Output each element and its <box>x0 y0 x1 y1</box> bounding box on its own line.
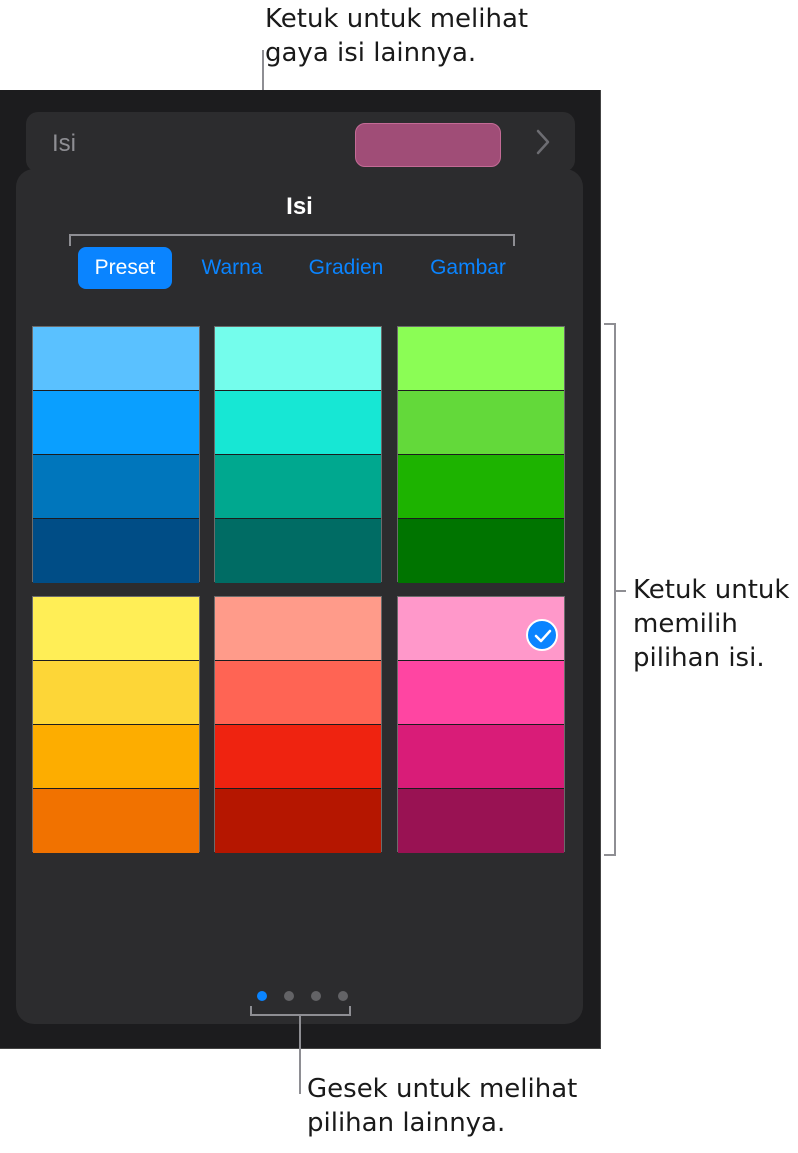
tabs-bracket-top <box>69 234 515 236</box>
callout-right-line-1: Ketuk untuk <box>633 575 790 605</box>
callout-top-text: Ketuk untuk melihat gaya isi lainnya. <box>265 2 528 70</box>
chevron-right-icon[interactable] <box>530 127 556 157</box>
callout-right-line-3: pilihan isi. <box>633 643 765 673</box>
swatch-stripe <box>398 519 564 583</box>
callout-top-line-1: Ketuk untuk melihat <box>265 4 529 34</box>
page-dot[interactable] <box>311 991 321 1001</box>
swatch-stripe <box>33 455 199 519</box>
swatch-stripe <box>215 725 381 789</box>
swatch-stripe <box>215 455 381 519</box>
swatch-stripe <box>33 519 199 583</box>
callout-right-bracket-bottom <box>604 854 616 856</box>
popover-title: Isi <box>286 193 313 220</box>
swatch-stripe <box>398 597 564 661</box>
dots-bracket-right <box>349 1006 351 1016</box>
swatch-stripe <box>398 391 564 455</box>
preset-swatch-yellow[interactable] <box>32 596 200 853</box>
swatch-stripe <box>398 327 564 391</box>
tab-gambar[interactable]: Gambar <box>418 247 518 289</box>
swatch-stripe <box>33 327 199 391</box>
tab-preset[interactable]: Preset <box>78 247 172 289</box>
current-fill-swatch[interactable] <box>355 123 501 167</box>
tabs-bracket-right <box>513 234 515 246</box>
swatch-stripe <box>33 391 199 455</box>
swatch-stripe <box>398 661 564 725</box>
callout-bottom-line-1: Gesek untuk melihat <box>307 1074 578 1104</box>
tab-warna[interactable]: Warna <box>190 247 274 289</box>
fill-label: Isi <box>52 130 76 157</box>
swatch-stripe <box>33 789 199 853</box>
preset-swatch-blue[interactable] <box>32 326 200 583</box>
popover-arrow <box>283 146 319 170</box>
callout-bottom-text: Gesek untuk melihat pilihan lainnya. <box>307 1072 577 1140</box>
swatch-stripe <box>215 597 381 661</box>
preset-swatch-pink[interactable] <box>397 596 565 853</box>
swatch-stripe <box>215 391 381 455</box>
swatch-stripe <box>215 661 381 725</box>
callout-right-text: Ketuk untuk memilih pilihan isi. <box>633 573 789 675</box>
page-dot[interactable] <box>284 991 294 1001</box>
swatch-stripe <box>215 327 381 391</box>
callout-right-leader <box>614 590 626 592</box>
swatch-stripe <box>398 789 564 853</box>
callout-right-line-2: memilih <box>633 609 738 639</box>
callout-bottom-leader <box>299 1014 301 1094</box>
preset-swatch-red[interactable] <box>214 596 382 853</box>
fill-popover: Isi Preset Warna Gradien Gambar <box>16 169 583 1024</box>
fill-style-tabs: Preset Warna Gradien Gambar <box>16 247 583 291</box>
swatch-stripe <box>215 519 381 583</box>
tab-gradien[interactable]: Gradien <box>296 247 396 289</box>
callout-bottom-line-2: pilihan lainnya. <box>307 1108 506 1138</box>
page-indicator <box>16 991 583 1003</box>
swatch-stripe <box>398 725 564 789</box>
swatch-stripe <box>33 725 199 789</box>
swatch-stripe <box>398 455 564 519</box>
page-dot[interactable] <box>257 991 267 1001</box>
swatch-stripe <box>33 661 199 725</box>
swatch-stripe <box>215 789 381 853</box>
preset-swatch-green[interactable] <box>397 326 565 583</box>
checkmark-icon <box>526 619 558 651</box>
preset-swatch-teal[interactable] <box>214 326 382 583</box>
callout-top-line-2: gaya isi lainnya. <box>265 38 477 68</box>
page-dot[interactable] <box>338 991 348 1001</box>
swatch-stripe <box>33 597 199 661</box>
